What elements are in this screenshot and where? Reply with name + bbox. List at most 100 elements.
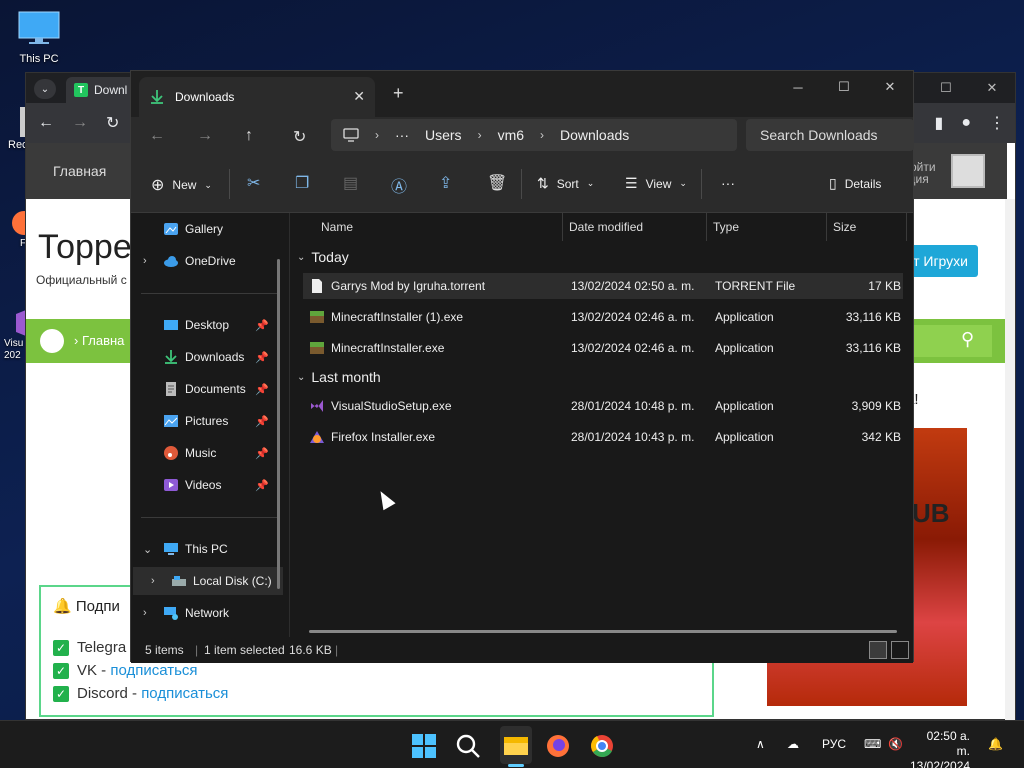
subscribe-link[interactable]: подписаться [110,662,197,679]
nav-item-pictures[interactable]: Pictures 📌 [131,407,281,435]
details-view-icon[interactable] [869,641,887,659]
close-tab-icon[interactable]: ✕ [353,88,365,105]
close-icon[interactable]: ✕ [867,71,913,103]
firefox-icon[interactable] [545,733,571,759]
banner-text: UB [912,498,950,528]
up-icon[interactable]: ↑ [245,127,253,145]
new-label: New [172,178,197,192]
forward-icon[interactable]: → [72,114,88,132]
details-button[interactable]: ▯ Details [829,175,881,192]
file-row[interactable]: MinecraftInstaller (1).exe 13/02/2024 02… [303,304,903,330]
browser-tab-title: Downl [94,83,128,97]
refresh-icon[interactable]: ↻ [293,127,306,147]
subscribe-link[interactable]: подписаться [141,685,228,702]
horizontal-scrollbar[interactable] [309,630,897,633]
sort-button[interactable]: ⇅ Sort ⌄ [537,175,594,192]
chrome-icon[interactable] [589,733,615,759]
group-header-last-month[interactable]: ⌄ Last month [297,369,381,385]
cut-icon[interactable]: ✂ [247,173,260,193]
menu-icon[interactable]: ⋮ [989,113,1005,133]
file-row[interactable]: MinecraftInstaller.exe 13/02/2024 02:46 … [303,335,903,361]
paste-icon[interactable]: ▤ [343,173,358,193]
avatar[interactable] [951,154,985,188]
column-header-type[interactable]: Type [713,213,739,241]
file-row[interactable]: Garrys Mod by Igruha.torrent 13/02/2024 … [303,273,903,299]
games-button[interactable]: т Игрухи [904,245,978,277]
nav-item-desktop[interactable]: Desktop 📌 [131,311,281,339]
copy-icon[interactable]: ❐ [295,173,309,193]
delete-icon[interactable]: 🗑 [487,173,507,193]
file-row[interactable]: VisualStudioSetup.exe 28/01/2024 10:48 p… [303,393,903,419]
chevron-up-icon[interactable]: ∧ [756,737,765,751]
sidebar-icon[interactable]: ▮ [935,113,944,133]
browser-tab[interactable]: T Downl [66,77,136,103]
divider [701,169,702,199]
site-search-box[interactable] [906,325,992,357]
page-scrollbar[interactable] [1005,199,1015,721]
close-icon[interactable]: ✕ [969,73,1015,103]
nav-item-local-disk[interactable]: › Local Disk (C:) [133,567,283,595]
share-icon[interactable]: ⇪ [439,173,452,193]
nav-item-documents[interactable]: Documents 📌 [131,375,281,403]
tab-search-button[interactable]: ⌄ [34,79,56,99]
back-icon[interactable]: ← [38,114,54,132]
nav-item-gallery[interactable]: Gallery [131,215,281,243]
file-row[interactable]: Firefox Installer.exe 28/01/2024 10:43 p… [303,424,903,450]
nav-item-music[interactable]: Music 📌 [131,439,281,467]
keyboard-icon[interactable]: ⌨ [864,737,881,751]
tiles-view-icon[interactable] [891,641,909,659]
nav-item-videos[interactable]: Videos 📌 [131,471,281,499]
reload-icon[interactable]: ↻ [106,113,119,133]
group-header-today[interactable]: ⌄ Today [297,249,349,265]
nav-scrollbar[interactable] [277,259,280,589]
new-tab-icon[interactable]: + [393,83,404,104]
minimize-icon[interactable]: ─ [775,71,821,103]
new-button[interactable]: ⊕ New ⌄ [151,175,212,195]
breadcrumb[interactable]: › ··· Users › vm6 › Downloads [331,119,737,151]
breadcrumb-item[interactable]: Users [425,127,462,143]
windows-start-icon[interactable] [411,733,437,759]
mute-icon[interactable]: 🔇 [888,737,903,751]
notification-bell-icon[interactable]: 🔔 [988,737,1003,751]
column-header-date[interactable]: Date modified [569,213,643,241]
pin-icon[interactable]: 📌 [255,447,269,460]
pin-icon[interactable]: 📌 [255,415,269,428]
pin-icon[interactable]: 📌 [255,383,269,396]
more-options-button[interactable]: ··· [721,175,735,191]
home-link[interactable]: Главная [53,163,106,179]
divider [141,517,279,518]
back-icon[interactable]: ← [149,127,165,145]
nav-item-onedrive[interactable]: › OneDrive [131,247,281,275]
restore-icon[interactable]: ☐ [923,73,969,103]
checkbox-checked-icon: ✓ [53,685,69,702]
nav-item-network[interactable]: › Network [131,599,281,627]
maximize-icon[interactable]: ☐ [821,71,867,103]
view-button[interactable]: ☰ View ⌄ [625,175,687,192]
file-explorer-icon[interactable] [503,733,529,759]
search-input[interactable]: Search Downloads [746,119,914,151]
column-header-size[interactable]: Size [833,213,856,241]
system-clock[interactable]: 02:50 a. m. 13/02/2024 [910,729,970,768]
search-icon[interactable] [455,733,481,759]
desktop-icon-this-pc[interactable]: This PC [9,10,69,65]
input-language[interactable]: РУС [822,737,846,751]
pin-icon[interactable]: 📌 [255,319,269,332]
nav-item-downloads[interactable]: Downloads 📌 [131,343,281,371]
network-disconnected-icon[interactable]: ☁ [787,737,799,751]
breadcrumb[interactable]: › Главна [74,333,124,348]
search-icon[interactable]: ⚲ [961,329,974,350]
breadcrumb-item[interactable]: Downloads [560,127,629,143]
explorer-tab[interactable]: Downloads ✕ [139,77,375,117]
pin-icon[interactable]: 📌 [255,351,269,364]
breadcrumb-item[interactable]: vm6 [498,127,524,143]
nav-item-this-pc[interactable]: ⌄ This PC [131,535,281,563]
pin-icon[interactable]: 📌 [255,479,269,492]
breadcrumb-home: Главна [81,333,125,348]
pane-splitter[interactable] [289,213,290,637]
breadcrumb-ellipsis[interactable]: ··· [395,127,409,143]
column-header-name[interactable]: Name [321,213,353,241]
rename-icon[interactable]: Ⓐ [391,173,407,197]
file-date: 13/02/2024 02:46 a. m. [571,310,695,324]
forward-icon[interactable]: → [197,127,213,145]
profile-icon[interactable]: ● [961,114,971,132]
